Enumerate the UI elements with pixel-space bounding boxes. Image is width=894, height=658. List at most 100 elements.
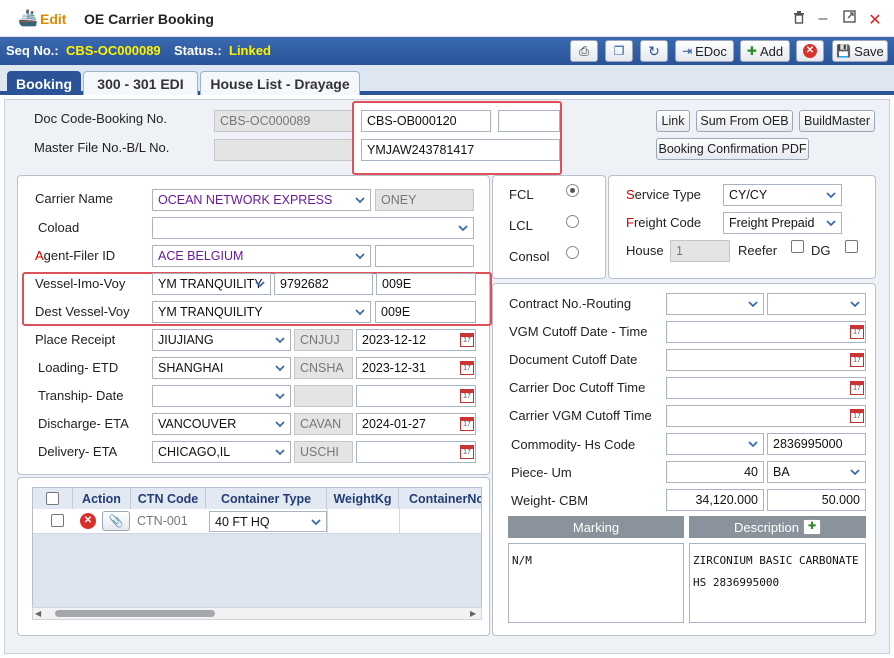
- row-checkbox[interactable]: [51, 514, 64, 527]
- close-icon[interactable]: ✕: [866, 10, 884, 30]
- booking-confirmation-pdf-button[interactable]: Booking Confirmation PDF: [656, 138, 809, 160]
- add-label: Add: [759, 43, 784, 59]
- bl-no-input[interactable]: YMJAW243781417: [361, 139, 560, 161]
- booking-no-input[interactable]: CBS-OB000120: [361, 110, 491, 132]
- chevron-down-icon: [352, 248, 368, 264]
- delivery-label: Delivery- ETA: [38, 444, 118, 459]
- trash-icon[interactable]: [790, 10, 808, 29]
- description-textarea[interactable]: ZIRCONIUM BASIC CARBONATE HS 2836995000: [689, 543, 866, 623]
- container-type-select[interactable]: 40 FT HQ: [209, 511, 327, 532]
- doc-cutoff-input[interactable]: [666, 349, 866, 371]
- calendar-icon[interactable]: 17: [850, 325, 864, 339]
- dest-vessel-value: YM TRANQUILITY: [158, 305, 263, 319]
- calendar-icon[interactable]: 17: [850, 353, 864, 367]
- link-button[interactable]: Link: [656, 110, 690, 132]
- commodity-select[interactable]: [666, 433, 764, 455]
- horizontal-scrollbar[interactable]: ◀ ▶: [32, 607, 482, 620]
- lcl-label: LCL: [509, 218, 533, 233]
- edoc-button[interactable]: ⇥ EDoc: [675, 40, 734, 62]
- carrier-doc-cutoff-input[interactable]: [666, 377, 866, 399]
- delete-button[interactable]: ✕: [796, 40, 824, 62]
- weight-cell[interactable]: [327, 509, 399, 534]
- tranship-label: Tranship- Date: [38, 388, 124, 403]
- service-type-select[interactable]: CY/CY: [723, 184, 842, 206]
- scrollbar-thumb[interactable]: [55, 610, 215, 617]
- place-receipt-date[interactable]: 2023-12-12: [356, 329, 476, 351]
- delivery-select[interactable]: CHICAGO,IL: [152, 441, 291, 463]
- sum-from-oeb-button[interactable]: Sum From OEB: [696, 110, 793, 132]
- coload-select[interactable]: [152, 217, 474, 239]
- house-label: House: [626, 243, 664, 258]
- booking-extra-input[interactable]: [498, 110, 560, 132]
- select-all-checkbox[interactable]: [46, 492, 59, 505]
- tab-edi[interactable]: 300 - 301 EDI: [83, 71, 198, 95]
- place-receipt-select[interactable]: JIUJIANG: [152, 329, 291, 351]
- scroll-right-icon[interactable]: ▶: [470, 610, 476, 618]
- select-all-header: [33, 488, 73, 509]
- dg-checkbox[interactable]: [845, 240, 858, 253]
- vessel-voy-input[interactable]: 009E: [376, 273, 476, 295]
- routing-select[interactable]: [767, 293, 866, 315]
- contract-select[interactable]: [666, 293, 764, 315]
- minimize-icon[interactable]: –: [814, 10, 832, 28]
- tranship-select[interactable]: [152, 385, 291, 407]
- add-note-icon[interactable]: ✚: [803, 519, 822, 535]
- delivery-value: CHICAGO,IL: [158, 445, 231, 459]
- calendar-icon[interactable]: 17: [460, 417, 474, 431]
- discharge-date[interactable]: 2024-01-27: [356, 413, 476, 435]
- delivery-date[interactable]: [356, 441, 476, 463]
- piece-label: Piece- Um: [511, 465, 572, 480]
- scroll-left-icon[interactable]: ◀: [35, 610, 41, 618]
- calendar-icon[interactable]: 17: [850, 409, 864, 423]
- tab-house-list[interactable]: House List - Drayage: [200, 71, 360, 95]
- agent-select[interactable]: ACE BELGIUM: [152, 245, 371, 267]
- window-mode: Edit: [40, 11, 67, 27]
- lcl-radio[interactable]: [566, 215, 579, 228]
- tab-booking[interactable]: Booking: [7, 71, 81, 95]
- vgm-cutoff-input[interactable]: [666, 321, 866, 343]
- calendar-icon[interactable]: 17: [460, 361, 474, 375]
- calendar-icon[interactable]: 17: [460, 389, 474, 403]
- fcl-radio[interactable]: [566, 184, 579, 197]
- vessel-imo-input[interactable]: 9792682: [274, 273, 373, 295]
- copy-button[interactable]: ❐: [605, 40, 633, 62]
- dest-vessel-select[interactable]: YM TRANQUILITY: [152, 301, 371, 323]
- maximize-icon[interactable]: [840, 10, 858, 28]
- carrier-code-field: ONEY: [375, 189, 474, 211]
- carrier-vgm-cutoff-input[interactable]: [666, 405, 866, 427]
- freight-code-select[interactable]: Freight Prepaid: [723, 212, 842, 234]
- doc-cutoff-label: Document Cutoff Date: [509, 352, 638, 367]
- tranship-date[interactable]: [356, 385, 476, 407]
- discharge-select[interactable]: VANCOUVER: [152, 413, 291, 435]
- dest-vessel-voy-input[interactable]: 009E: [375, 301, 476, 323]
- build-master-button[interactable]: BuildMaster: [799, 110, 875, 132]
- loading-select[interactable]: SHANGHAI: [152, 357, 291, 379]
- add-icon: ✚: [746, 44, 757, 58]
- weight-input[interactable]: 34,120.000: [666, 489, 764, 511]
- agent-label: Agent-Filer ID: [35, 248, 116, 263]
- consol-radio[interactable]: [566, 246, 579, 259]
- save-button[interactable]: 💾 Save: [832, 40, 888, 62]
- loading-date[interactable]: 2023-12-31: [356, 357, 476, 379]
- print-button[interactable]: ⎙: [570, 40, 598, 62]
- calendar-icon[interactable]: 17: [460, 445, 474, 459]
- add-button[interactable]: ✚ Add: [740, 40, 790, 62]
- marking-textarea[interactable]: N/M: [508, 543, 684, 623]
- commodity-label: Commodity- Hs Code: [511, 437, 636, 452]
- attach-icon[interactable]: 📎: [102, 511, 130, 531]
- vessel-select[interactable]: YM TRANQUILITY: [152, 273, 271, 295]
- ship-icon: 🚢: [18, 10, 38, 27]
- calendar-icon[interactable]: 17: [850, 381, 864, 395]
- piece-input[interactable]: 40: [666, 461, 764, 483]
- reefer-checkbox[interactable]: [791, 240, 804, 253]
- refresh-button[interactable]: ↻: [640, 40, 668, 62]
- piece-um-select[interactable]: BA: [767, 461, 866, 483]
- hs-code-input[interactable]: 2836995000: [767, 433, 866, 455]
- cbm-input[interactable]: 50.000: [767, 489, 866, 511]
- calendar-icon[interactable]: 17: [460, 333, 474, 347]
- delete-row-icon[interactable]: ✕: [80, 513, 96, 529]
- carrier-select[interactable]: OCEAN NETWORK EXPRESS: [152, 189, 371, 211]
- container-no-cell[interactable]: [399, 509, 481, 534]
- discharge-code: CAVAN: [294, 413, 353, 435]
- agent-extra-input[interactable]: [375, 245, 474, 267]
